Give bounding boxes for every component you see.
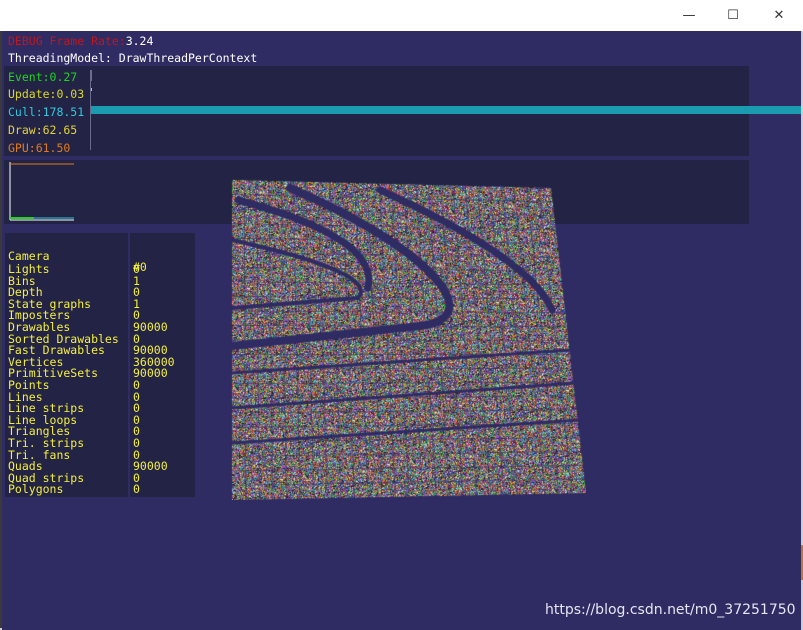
stat-row: Polygons 0: [5, 484, 195, 496]
minimize-icon: —: [682, 7, 696, 23]
window-titlebar: — ☐ ✕: [0, 0, 803, 31]
close-icon: ✕: [773, 7, 785, 23]
cull-time-bar: [91, 106, 801, 114]
camera-row: Camera #0: [5, 239, 147, 273]
frame-rate-readout: DEBUG Frame Rate:3.24: [8, 34, 153, 48]
minimize-button[interactable]: —: [666, 0, 712, 30]
maximize-button[interactable]: ☐: [710, 0, 756, 30]
frame-rate-value: 3.24: [125, 34, 154, 48]
event-time-label: Event:0.27: [8, 70, 78, 84]
close-button[interactable]: ✕: [756, 0, 802, 30]
update-time-label: Update:0.03: [8, 87, 85, 101]
frame-rate-label: DEBUG Frame Rate:: [8, 34, 126, 48]
update-time-bar: [91, 88, 92, 91]
threading-model-text: ThreadingModel: DrawThreadPerContext: [8, 51, 258, 65]
watermark-text: https://blog.csdn.net/m0_37251750: [545, 602, 796, 618]
camera-label: Camera: [8, 248, 50, 263]
cull-time-label: Cull:178.51: [8, 105, 85, 119]
maximize-icon: ☐: [727, 7, 739, 23]
draw-time-label: Draw:62.65: [8, 123, 78, 137]
stat-label: Polygons: [8, 482, 64, 497]
gpu-time-label: GPU:61.50: [8, 141, 71, 155]
stat-value: 0: [133, 482, 140, 497]
scene-stats-panel: Camera #0 Lights 0 Bins 1 Depth 0 State graphs…: [5, 233, 195, 497]
render-viewport[interactable]: DEBUG Frame Rate:3.24 ThreadingModel: Dr…: [2, 31, 801, 630]
event-time-bar: [91, 70, 92, 81]
textured-terrain-mesh: [230, 178, 586, 500]
